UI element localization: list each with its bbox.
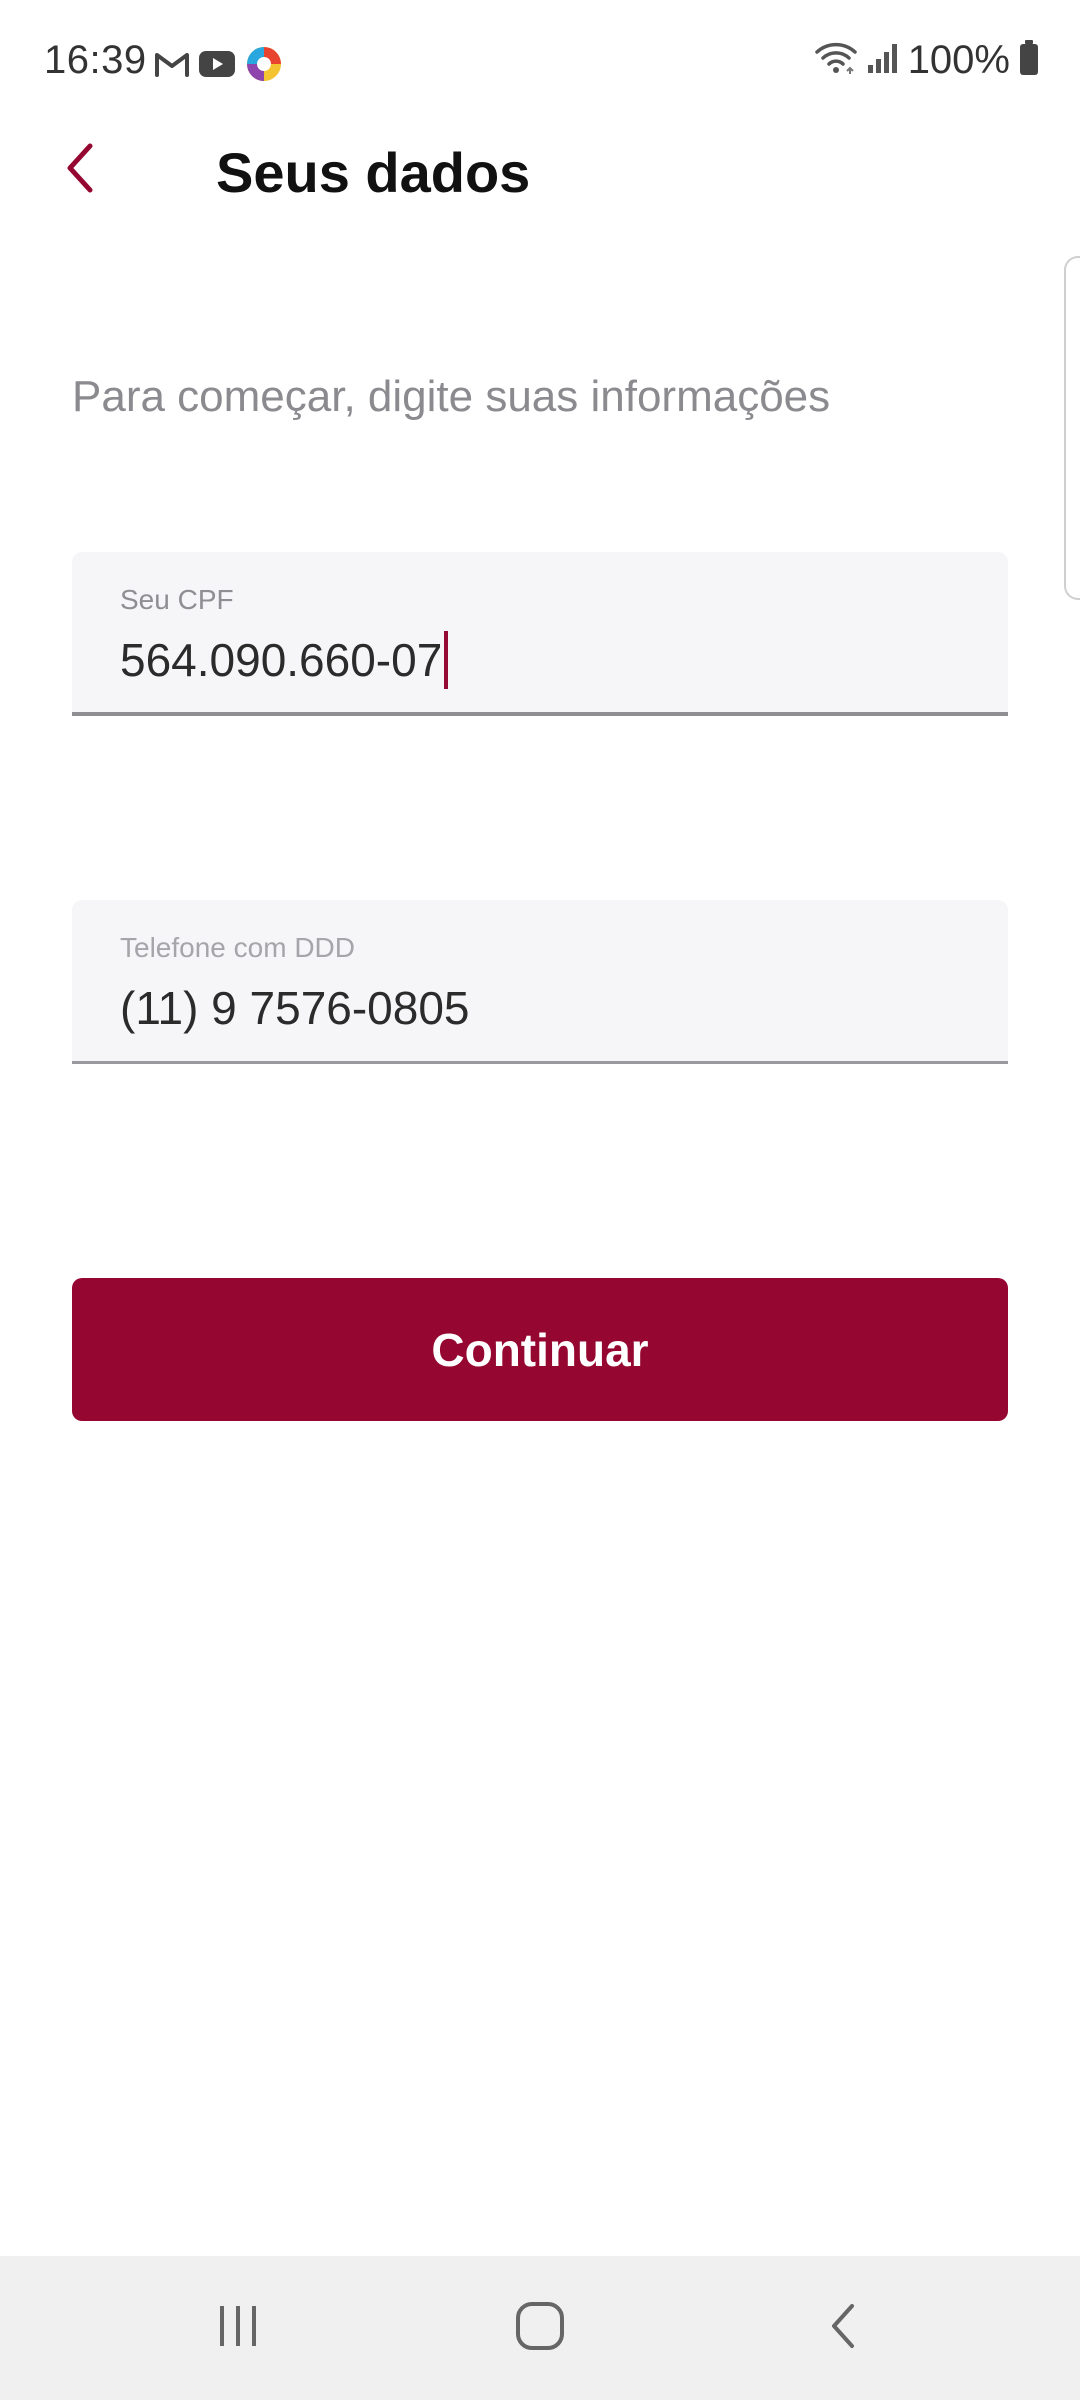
phone-field[interactable]: Telefone com DDD (11) 9 7576-0805 — [72, 900, 1008, 1064]
battery-icon — [1018, 39, 1040, 82]
recents-button[interactable] — [158, 2256, 318, 2400]
form-subtitle: Para começar, digite suas informações — [72, 372, 831, 421]
cpf-label: Seu CPF — [120, 584, 234, 615]
status-time: 16:39 — [44, 38, 147, 82]
chevron-left-icon — [60, 140, 100, 201]
system-back-button[interactable] — [764, 2256, 924, 2400]
back-button[interactable] — [50, 140, 110, 200]
phone-value: (11) 9 7576-0805 — [120, 982, 470, 1034]
cpf-field[interactable]: Seu CPF 564.090.660-07 — [72, 552, 1008, 716]
cpf-value: 564.090.660-07 — [120, 634, 443, 686]
app-logo-icon — [244, 44, 284, 89]
status-bar: 16:39 100% — [0, 0, 1080, 124]
recents-icon — [214, 2302, 262, 2355]
phone-input[interactable]: (11) 9 7576-0805 — [120, 976, 470, 1040]
cpf-input[interactable]: 564.090.660-07 — [120, 628, 449, 692]
navigation-bar — [0, 2256, 1080, 2400]
page-title: Seus dados — [216, 141, 531, 204]
gmail-icon — [154, 50, 190, 83]
home-icon — [514, 2300, 566, 2357]
battery-percent: 100% — [907, 38, 1010, 82]
edge-panel-handle[interactable] — [1064, 256, 1080, 600]
system-status: 100% — [814, 38, 1040, 83]
notification-icons — [154, 44, 284, 89]
back-icon — [824, 2300, 864, 2357]
phone-label: Telefone com DDD — [120, 932, 355, 963]
wifi-icon — [814, 40, 858, 81]
continue-button[interactable]: Continuar — [72, 1278, 1008, 1421]
signal-icon — [866, 41, 900, 80]
home-button[interactable] — [460, 2256, 620, 2400]
text-cursor — [444, 631, 449, 689]
youtube-icon — [198, 49, 236, 84]
